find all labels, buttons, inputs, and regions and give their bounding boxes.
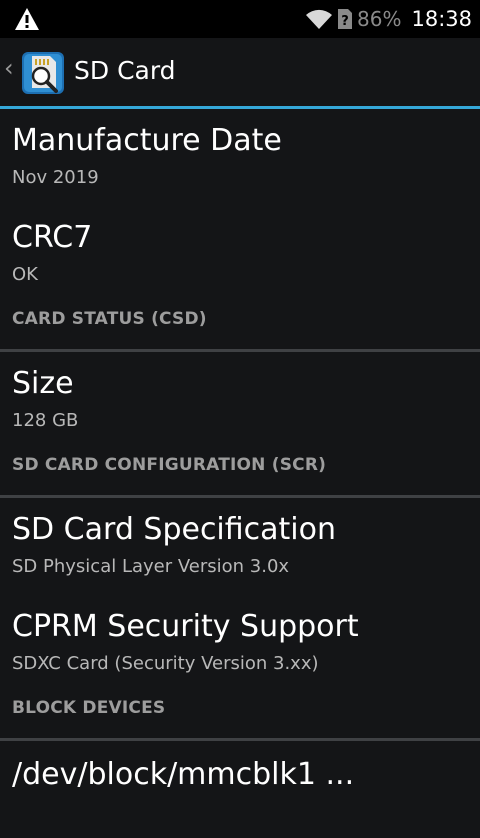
status-right-group: ? 86% 18:38 <box>305 0 472 38</box>
list-item-manufacture-date[interactable]: Manufacture Date Nov 2019 <box>0 109 480 206</box>
battery-percentage: 86% <box>357 7 402 31</box>
list-item-block-device[interactable]: /dev/block/mmcblk1 ... <box>0 741 480 838</box>
section-header-sd-card-configuration: SD CARD CONFIGURATION (SCR) <box>0 449 480 498</box>
section-header-block-devices: BLOCK DEVICES <box>0 692 480 741</box>
list-item-crc7[interactable]: CRC7 OK <box>0 206 480 303</box>
warning-icon <box>15 8 39 30</box>
status-bar: ? 86% 18:38 <box>0 0 480 38</box>
item-value: SD Physical Layer Version 3.0x <box>12 556 290 577</box>
item-value: Nov 2019 <box>12 167 99 188</box>
item-title: CPRM Security Support <box>12 609 359 644</box>
list-item-size[interactable]: Size 128 GB <box>0 352 480 449</box>
sd-card-magnifier-icon[interactable] <box>20 50 66 96</box>
no-sim-icon: ? <box>338 9 353 29</box>
page-title: SD Card <box>74 56 176 85</box>
item-value: OK <box>12 264 38 285</box>
item-title: SD Card Specification <box>12 512 337 547</box>
section-header-label: CARD STATUS (CSD) <box>12 309 207 329</box>
wifi-icon <box>306 9 333 29</box>
item-value: SDXC Card (Security Version 3.xx) <box>12 653 319 674</box>
action-bar: ‹ SD Card <box>0 38 480 106</box>
item-title: Manufacture Date <box>12 123 282 158</box>
section-header-card-status: CARD STATUS (CSD) <box>0 303 480 352</box>
item-title: CRC7 <box>12 220 93 255</box>
list-item-sd-card-specification[interactable]: SD Card Specification SD Physical Layer … <box>0 498 480 595</box>
item-title: /dev/block/mmcblk1 ... <box>12 757 355 792</box>
clock: 18:38 <box>411 7 472 31</box>
section-header-label: SD CARD CONFIGURATION (SCR) <box>12 455 327 475</box>
item-value: 128 GB <box>12 410 79 431</box>
svg-text:?: ? <box>341 14 349 29</box>
list-item-cprm-security-support[interactable]: CPRM Security Support SDXC Card (Securit… <box>0 595 480 692</box>
item-title: Size <box>12 366 74 401</box>
chevron-left-icon[interactable]: ‹ <box>4 54 14 82</box>
settings-list: Manufacture Date Nov 2019 CRC7 OK CARD S… <box>0 109 480 838</box>
section-header-label: BLOCK DEVICES <box>12 698 166 718</box>
